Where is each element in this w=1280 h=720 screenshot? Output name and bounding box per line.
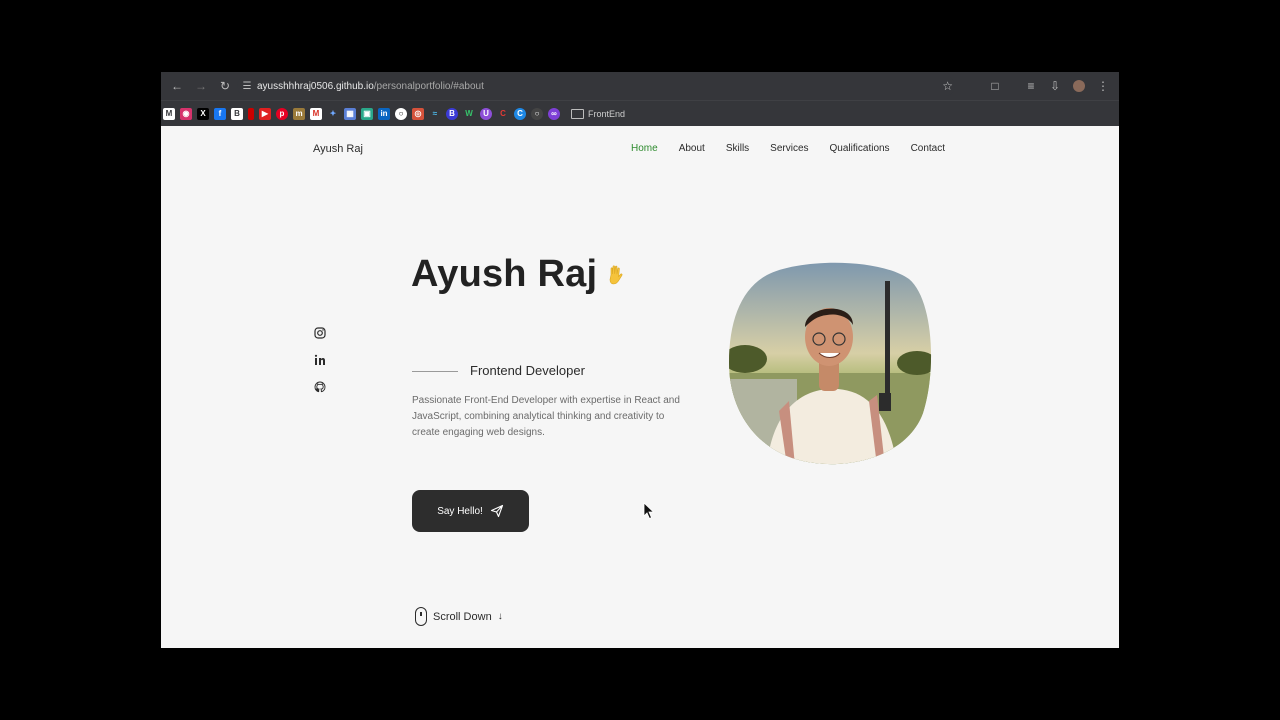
browser-window: ← → ↻ ☰ ayusshhhraj0506.github.io/person…: [161, 72, 1119, 648]
grid-icon[interactable]: ▦: [344, 108, 356, 120]
back-icon[interactable]: ←: [165, 74, 189, 98]
url-host: ayusshhhraj0506.github.io: [257, 80, 374, 92]
chrome-icon[interactable]: ◎: [412, 108, 424, 120]
nav-contact[interactable]: Contact: [911, 143, 945, 154]
social-links: [313, 326, 326, 393]
scroll-down-link[interactable]: Scroll Down ↓: [415, 607, 503, 626]
misc-icon[interactable]: m: [293, 108, 305, 120]
plus-icon[interactable]: ✦: [327, 108, 339, 120]
address-bar[interactable]: ☰ ayusshhhraj0506.github.io/personalport…: [237, 76, 955, 96]
x-icon[interactable]: X: [197, 108, 209, 120]
linkedin-icon[interactable]: M: [163, 108, 175, 120]
nav-about[interactable]: About: [679, 143, 705, 154]
waving-hand-icon: [609, 265, 623, 285]
nav-services[interactable]: Services: [770, 143, 808, 154]
bookmark-star-icon[interactable]: ☆: [942, 79, 953, 93]
bag-icon[interactable]: ▣: [361, 108, 373, 120]
folder-icon: [571, 109, 584, 119]
hero-name: Ayush Raj: [411, 253, 598, 295]
bookmark-folder-label: FrontEnd: [588, 109, 626, 119]
instagram-icon[interactable]: [313, 326, 326, 339]
pinterest-icon[interactable]: p: [276, 108, 288, 120]
nav-home[interactable]: Home: [631, 143, 658, 154]
reading-list-icon[interactable]: ≡: [1019, 74, 1043, 98]
facebook-icon[interactable]: f: [214, 108, 226, 120]
scroll-down-label: Scroll Down: [433, 610, 492, 623]
purple-icon[interactable]: ∞: [548, 108, 560, 120]
hero-subtitle: Frontend Developer: [470, 363, 585, 378]
send-icon: [490, 504, 503, 518]
profile-photo: [729, 262, 932, 465]
mouse-icon: [415, 607, 427, 626]
red-icon[interactable]: [248, 108, 254, 120]
cloud-icon[interactable]: ≈: [429, 108, 441, 120]
red-c-icon[interactable]: C: [497, 108, 509, 120]
b-icon[interactable]: B: [446, 108, 458, 120]
portfolio-page: Ayush Raj Home About Skills Services Qua…: [161, 126, 1119, 648]
bookmarks-bar: M ◉ X f B ▶ p m M ✦ ▦ ▣ in ○ ◎ ≈ B W U C…: [161, 100, 1119, 127]
bookmark-icon[interactable]: B: [231, 108, 243, 120]
instagram-icon[interactable]: ◉: [180, 108, 192, 120]
say-hello-button[interactable]: Say Hello!: [412, 490, 529, 532]
nav-qualifications[interactable]: Qualifications: [830, 143, 890, 154]
site-logo[interactable]: Ayush Raj: [313, 143, 363, 155]
nav-skills[interactable]: Skills: [726, 143, 749, 154]
youtube-icon[interactable]: ▶: [259, 108, 271, 120]
hero-description: Passionate Front-End Developer with expe…: [412, 395, 680, 438]
linkedin-icon[interactable]: [313, 353, 326, 366]
github-icon[interactable]: [313, 380, 326, 393]
forward-icon[interactable]: →: [189, 74, 213, 98]
browser-toolbar: ← → ↻ ☰ ayusshhhraj0506.github.io/person…: [161, 72, 1119, 100]
circle-icon[interactable]: ○: [531, 108, 543, 120]
menu-icon[interactable]: ⋮: [1091, 74, 1115, 98]
url-path: /personalportfolio/#about: [373, 80, 484, 92]
profile-avatar[interactable]: [1067, 74, 1091, 98]
linkedin-icon[interactable]: in: [378, 108, 390, 120]
w-icon[interactable]: W: [463, 108, 475, 120]
say-hello-label: Say Hello!: [437, 505, 483, 517]
site-settings-icon[interactable]: ☰: [237, 76, 257, 96]
arrow-down-icon: ↓: [497, 611, 503, 622]
nav-links: Home About Skills Services Qualification…: [631, 143, 945, 154]
github-icon[interactable]: ○: [395, 108, 407, 120]
extensions-icon[interactable]: □: [983, 74, 1007, 98]
subtitle-divider: [412, 371, 458, 372]
gmail-icon[interactable]: M: [310, 108, 322, 120]
reload-icon[interactable]: ↻: [213, 74, 237, 98]
mouse-cursor: [643, 502, 655, 520]
download-icon[interactable]: ⇩: [1043, 74, 1067, 98]
bookmark-folder[interactable]: FrontEnd: [571, 109, 625, 119]
u-icon[interactable]: U: [480, 108, 492, 120]
c-icon[interactable]: C: [514, 108, 526, 120]
